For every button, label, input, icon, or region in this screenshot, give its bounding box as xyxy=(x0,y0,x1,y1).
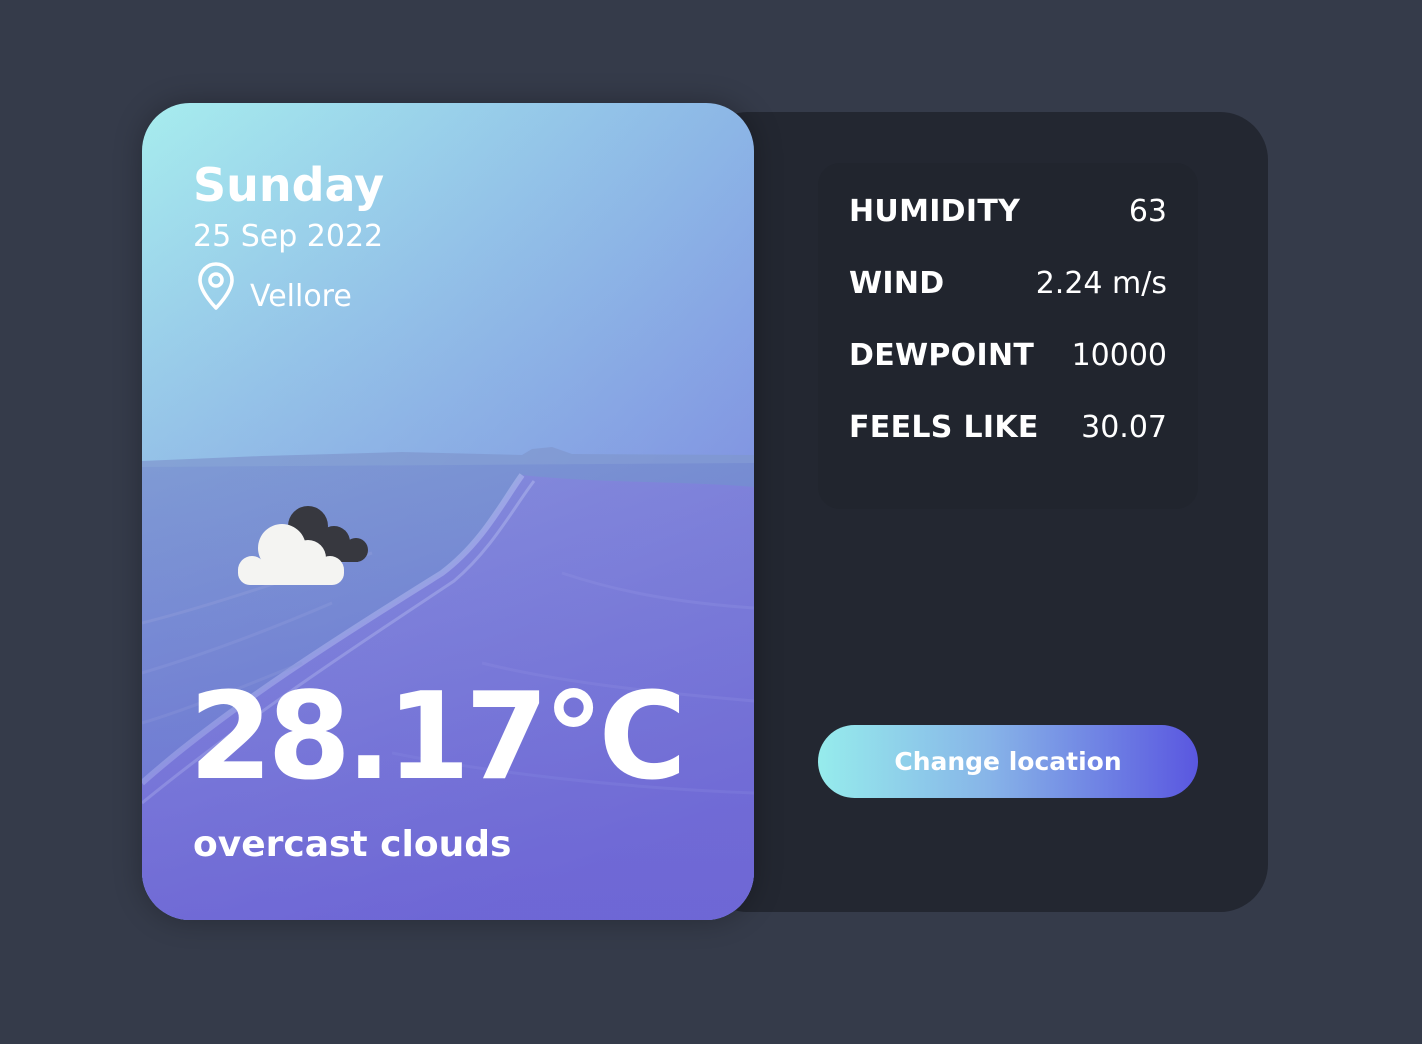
wind-label: WIND xyxy=(849,265,945,301)
dewpoint-label: DEWPOINT xyxy=(849,337,1035,373)
wind-row: WIND 2.24 m/s xyxy=(849,263,1167,303)
temperature-text: 28.17°C xyxy=(189,668,687,807)
dewpoint-row: DEWPOINT 10000 xyxy=(849,335,1167,375)
feels-like-value: 30.07 xyxy=(1081,409,1167,445)
feels-like-row: FEELS LIKE 30.07 xyxy=(849,407,1167,447)
day-title: Sunday xyxy=(193,158,385,212)
change-location-button[interactable]: Change location xyxy=(818,725,1198,798)
dewpoint-value: 10000 xyxy=(1071,337,1167,373)
date-text: 25 Sep 2022 xyxy=(193,219,384,254)
humidity-label: HUMIDITY xyxy=(849,193,1021,229)
weather-card: Sunday 25 Sep 2022 Vellore 28.17°C overc… xyxy=(142,103,754,920)
cloud-icon xyxy=(238,506,368,585)
location-text: Vellore xyxy=(250,279,352,314)
feels-like-label: FEELS LIKE xyxy=(849,409,1039,445)
humidity-value: 63 xyxy=(1128,193,1167,229)
weather-description: overcast clouds xyxy=(193,824,512,865)
wind-value: 2.24 m/s xyxy=(1035,265,1167,301)
location-pin-icon xyxy=(198,262,234,310)
humidity-row: HUMIDITY 63 xyxy=(849,191,1167,231)
